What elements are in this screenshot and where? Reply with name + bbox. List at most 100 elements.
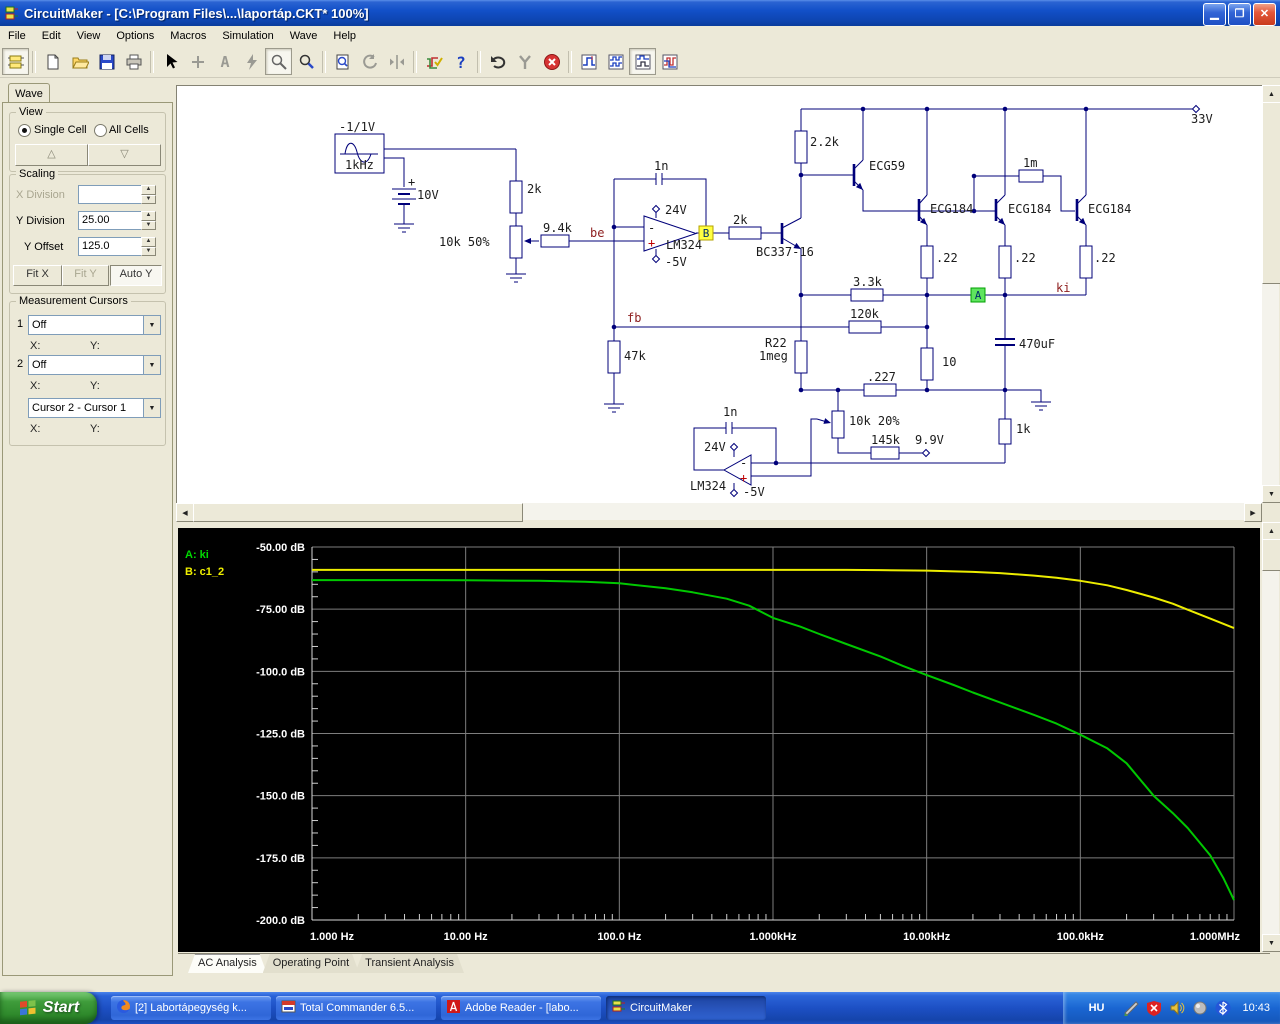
cursor1-select[interactable]: Off ▼ xyxy=(28,315,161,335)
scroll-up-icon[interactable]: ▲ xyxy=(1262,85,1280,103)
task-button-4[interactable]: CircuitMaker xyxy=(606,996,766,1020)
plus-tool-button[interactable] xyxy=(184,48,211,75)
y-division-spinner[interactable]: ▲ ▼ xyxy=(141,211,156,230)
undo-button[interactable] xyxy=(484,48,511,75)
all-cells-radio[interactable] xyxy=(94,124,107,137)
single-cell-radio[interactable] xyxy=(18,124,31,137)
cell-up-button[interactable]: △ xyxy=(15,144,88,166)
new-button[interactable] xyxy=(39,48,66,75)
schematic-canvas[interactable]: B A -1/1V 1kHz +10V 2k 10k 50% 9.4k be 1n 24V - + LM3… xyxy=(176,85,1263,504)
tab-transient-analysis[interactable]: Transient Analysis xyxy=(355,954,464,973)
scope-mixed-button[interactable] xyxy=(629,48,656,75)
title-bar: CircuitMaker - [C:\Program Files\...\lap… xyxy=(0,0,1280,26)
wire-edit-button[interactable] xyxy=(420,48,447,75)
arrow-tool-button[interactable] xyxy=(157,48,184,75)
ac-analysis-plot[interactable]: -50.00 dB -75.00 dB -100.0 dB -125.0 dB -150… xyxy=(178,528,1260,952)
circuitmaker-icon xyxy=(611,999,626,1017)
x-division-spinner[interactable]: ▲ ▼ xyxy=(141,185,156,204)
task-button-3[interactable]: Adobe Reader - [labo... xyxy=(441,996,601,1020)
scope-waveforms-button[interactable] xyxy=(602,48,629,75)
save-button[interactable] xyxy=(93,48,120,75)
cursor2-select[interactable]: Off ▼ xyxy=(28,355,161,375)
chevron-down-icon[interactable]: ▼ xyxy=(143,399,160,417)
minimize-button[interactable]: ▁ xyxy=(1203,3,1226,26)
menu-item-wave[interactable]: Wave xyxy=(282,27,326,45)
menu-item-view[interactable]: View xyxy=(69,27,109,45)
zoom-tool-button[interactable] xyxy=(292,48,319,75)
schematic-label: 1n xyxy=(654,159,668,173)
tablet-pen-icon[interactable] xyxy=(1123,1000,1140,1016)
security-alert-icon[interactable] xyxy=(1146,1000,1162,1016)
task-button-1[interactable]: [2] Labortápegység k... xyxy=(111,996,271,1020)
menu-item-simulation[interactable]: Simulation xyxy=(214,27,281,45)
analysis-tabstrip: AC Analysis Operating Point Transient Anal… xyxy=(178,953,1270,973)
scroll-thumb[interactable] xyxy=(1262,539,1280,571)
lightning-tool-button[interactable] xyxy=(238,48,265,75)
node-marker-B[interactable]: B xyxy=(703,227,710,240)
search-document-button[interactable] xyxy=(329,48,356,75)
scroll-down-icon[interactable]: ▼ xyxy=(1262,485,1280,503)
scroll-up-icon[interactable]: ▲ xyxy=(1262,522,1280,540)
schematic-hscrollbar[interactable]: ◀ ▶ xyxy=(176,503,1262,522)
scroll-left-icon[interactable]: ◀ xyxy=(176,503,194,522)
text-tool-button[interactable]: A xyxy=(211,48,238,75)
cursor1-y-label: Y: xyxy=(90,340,100,352)
menu-item-macros[interactable]: Macros xyxy=(162,27,214,45)
bluetooth-icon[interactable] xyxy=(1215,1000,1231,1016)
menu-item-file[interactable]: File xyxy=(0,27,34,45)
x-division-input[interactable] xyxy=(78,185,142,204)
scroll-right-icon[interactable]: ▶ xyxy=(1244,503,1262,522)
open-button[interactable] xyxy=(66,48,93,75)
print-button[interactable] xyxy=(120,48,147,75)
toolbar-separator xyxy=(477,50,481,73)
menu-item-edit[interactable]: Edit xyxy=(34,27,69,45)
plot-vscrollbar[interactable]: ▲ ▼ xyxy=(1262,522,1280,952)
fit-x-button[interactable]: Fit X xyxy=(13,265,62,286)
tab-operating-point[interactable]: Operating Point xyxy=(263,954,359,973)
schematic-label: BC337-16 xyxy=(756,245,814,259)
language-indicator[interactable]: HU xyxy=(1077,1002,1117,1014)
help-button[interactable]: ? xyxy=(447,48,474,75)
chevron-down-icon[interactable]: ▼ xyxy=(143,356,160,374)
node-marker-A[interactable]: A xyxy=(975,289,982,302)
restore-button[interactable]: ❐ xyxy=(1228,3,1251,26)
scroll-down-icon[interactable]: ▼ xyxy=(1262,934,1280,952)
probe-tool-button[interactable] xyxy=(265,48,292,75)
x-axis-tick-label: 1.000 Hz xyxy=(310,931,355,943)
menu-item-options[interactable]: Options xyxy=(108,27,162,45)
status-icon[interactable] xyxy=(1192,1000,1208,1016)
y-offset-spinner[interactable]: ▲ ▼ xyxy=(141,237,156,256)
volume-icon[interactable] xyxy=(1169,1000,1185,1016)
schematic-vscrollbar[interactable]: ▲ ▼ xyxy=(1262,85,1280,503)
y-offset-input[interactable]: 125.0 xyxy=(78,237,142,256)
split-view-button[interactable] xyxy=(383,48,410,75)
x-axis-tick-label: 10.00 Hz xyxy=(444,931,489,943)
scope-digital-button[interactable] xyxy=(575,48,602,75)
schematic-label: 10V xyxy=(417,188,439,202)
system-tray: HU 10:43 xyxy=(1062,992,1280,1024)
y-division-input[interactable]: 25.00 xyxy=(78,211,142,230)
wrench-tool-button[interactable] xyxy=(511,48,538,75)
fit-y-button[interactable]: Fit Y xyxy=(62,265,109,286)
schematic-label: 1meg xyxy=(759,349,788,363)
rotate-button[interactable] xyxy=(356,48,383,75)
scroll-thumb[interactable] xyxy=(1262,102,1280,284)
parts-browser-button[interactable] xyxy=(2,48,29,75)
app-icon xyxy=(5,6,18,20)
scroll-thumb[interactable] xyxy=(193,503,523,522)
y-axis-tick-label: -200.0 dB xyxy=(256,915,305,927)
cell-down-button[interactable]: ▽ xyxy=(88,144,161,166)
chevron-down-icon[interactable]: ▼ xyxy=(143,316,160,334)
tab-ac-analysis[interactable]: AC Analysis xyxy=(188,954,267,973)
schematic-label: 24V xyxy=(704,440,726,454)
task-button-2[interactable]: Total Commander 6.5... xyxy=(276,996,436,1020)
scope-analog-button[interactable] xyxy=(656,48,683,75)
y-offset-label: Y Offset xyxy=(24,241,64,253)
auto-y-button[interactable]: Auto Y xyxy=(110,265,162,286)
menu-item-help[interactable]: Help xyxy=(325,27,364,45)
schematic-label: + xyxy=(408,175,415,189)
cursor-diff-select[interactable]: Cursor 2 - Cursor 1 ▼ xyxy=(28,398,161,418)
start-button[interactable]: Start xyxy=(0,992,97,1024)
stop-simulation-button[interactable] xyxy=(538,48,565,75)
close-button[interactable]: ✕ xyxy=(1253,3,1276,26)
